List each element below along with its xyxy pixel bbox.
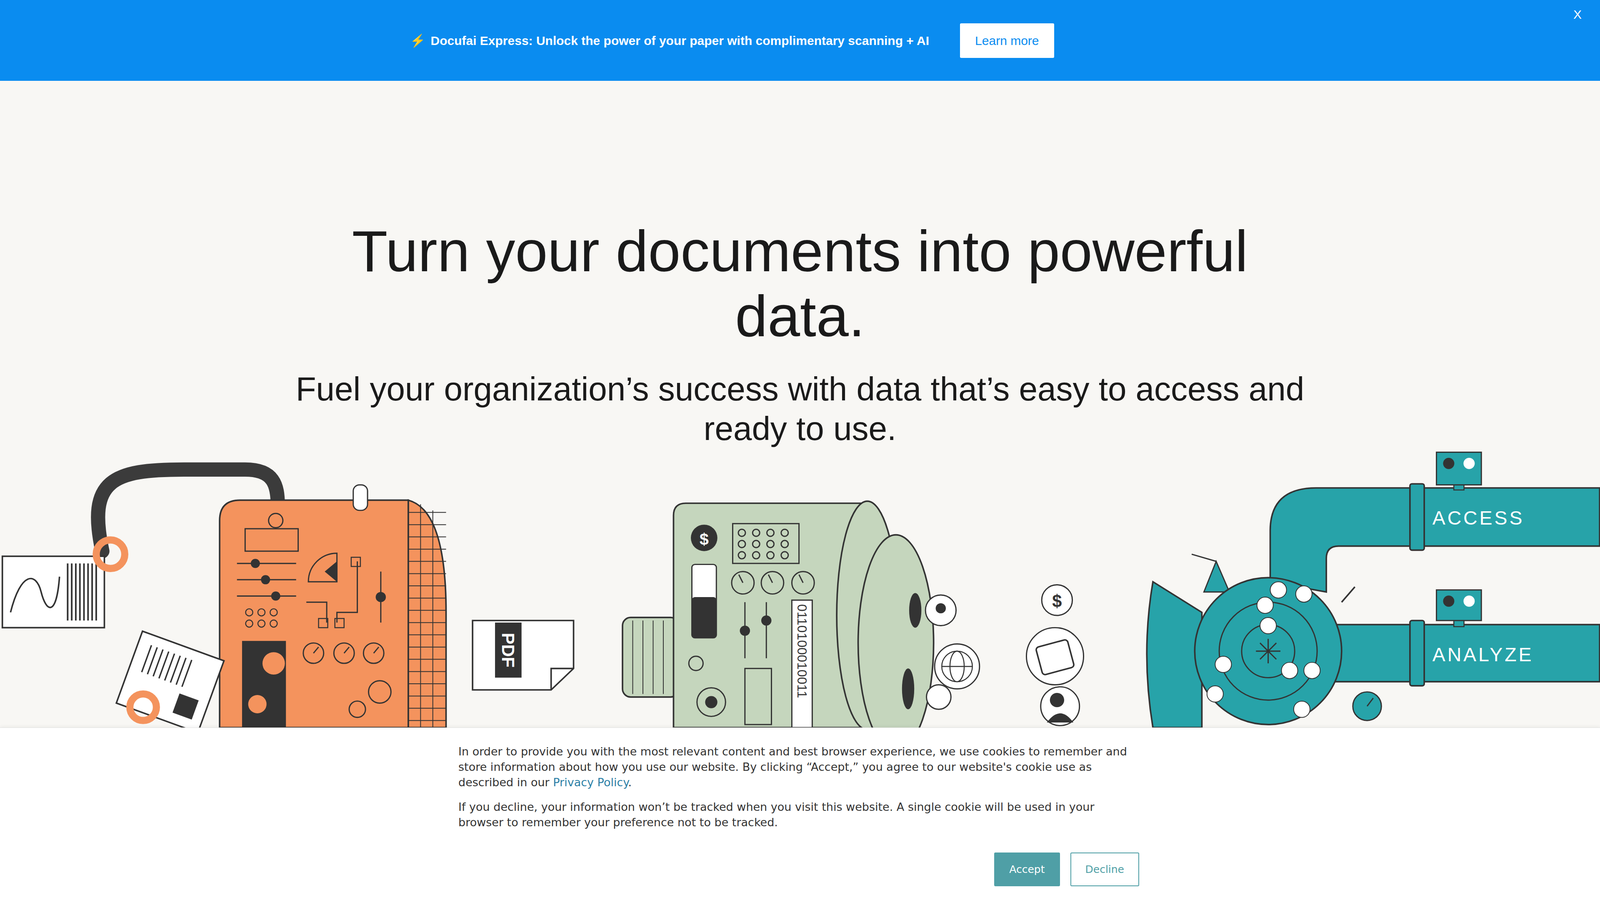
- pdf-label: PDF: [498, 632, 518, 668]
- cookie-text: In order to provide you with the most re…: [458, 743, 1142, 790]
- cookie-content: In order to provide you with the most re…: [458, 727, 1142, 887]
- access-label: ACCESS: [1432, 507, 1525, 529]
- dollar-icon-label: $: [1052, 591, 1062, 611]
- accept-button[interactable]: Accept: [994, 852, 1060, 887]
- cookie-buttons: Accept Decline: [458, 830, 1142, 887]
- privacy-policy-link[interactable]: Privacy Policy: [552, 775, 628, 789]
- scanner-machine: [2, 469, 447, 733]
- cookie-decline-text: If you decline, your information won’t b…: [458, 799, 1142, 830]
- pdf-document: PDF: [472, 620, 574, 690]
- page: ⚡Docufai Express: Unlock the power of yo…: [0, 0, 1600, 900]
- analyze-label: ANALYZE: [1432, 643, 1534, 666]
- promo-text: ⚡Docufai Express: Unlock the power of yo…: [410, 31, 930, 50]
- binary-label: 0110100010011: [794, 604, 810, 698]
- dollar-label: $: [699, 530, 709, 548]
- promo-message: Docufai Express: Unlock the power of you…: [430, 31, 930, 50]
- learn-more-button[interactable]: Learn more: [960, 23, 1054, 58]
- close-button[interactable]: X: [1570, 6, 1585, 23]
- promo-banner: ⚡Docufai Express: Unlock the power of yo…: [0, 0, 1600, 81]
- hero: Turn your documents into powerful data. F…: [0, 80, 1600, 449]
- pipes-machine: ACCESS ANALYZE: [1146, 452, 1600, 728]
- cookie-banner: In order to provide you with the most re…: [0, 727, 1600, 900]
- hero-title: Turn your documents into powerful data.: [295, 218, 1305, 349]
- decline-button[interactable]: Decline: [1070, 852, 1140, 887]
- lightning-icon: ⚡: [410, 31, 426, 50]
- data-icons: $: [1026, 585, 1084, 726]
- hero-subtitle: Fuel your organization’s success with da…: [287, 369, 1313, 449]
- processor-machine: $0110100010011: [622, 501, 980, 752]
